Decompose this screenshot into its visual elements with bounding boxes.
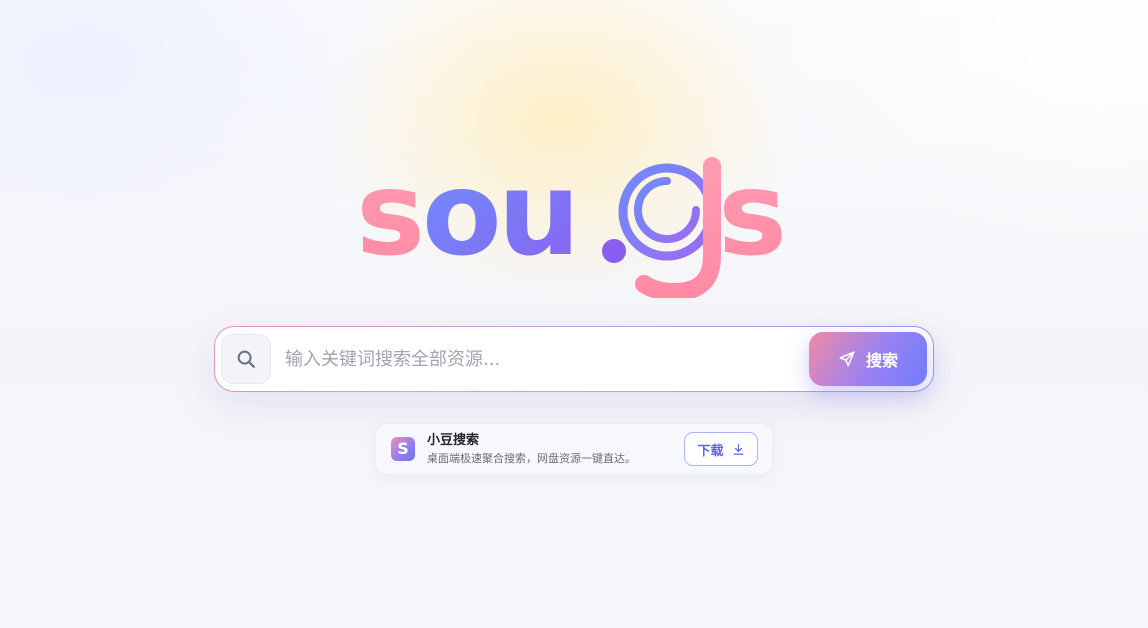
search-bar: 搜索 — [214, 326, 934, 392]
download-button[interactable]: 下载 — [684, 432, 758, 466]
logo-letter-s-end: s — [718, 148, 783, 282]
search-icon-box[interactable] — [221, 334, 271, 384]
app-logo-letter: S — [397, 439, 409, 458]
download-button-label: 下载 — [697, 443, 724, 459]
logo-letter-s: s — [356, 148, 421, 282]
app-promo-text: 小豆搜索 桌面端极速聚合搜索，网盘资源一键直达。 — [427, 433, 684, 466]
site-logo[interactable]: s ou s — [352, 148, 800, 298]
search-icon — [237, 350, 255, 368]
search-bar-inner: 搜索 — [215, 327, 933, 391]
app-promo-card: S 小豆搜索 桌面端极速聚合搜索，网盘资源一键直达。 下载 — [375, 423, 773, 475]
app-logo: S — [391, 437, 415, 461]
logo-g-inner-ring — [634, 177, 700, 243]
page-background — [0, 0, 1148, 628]
app-promo-title: 小豆搜索 — [427, 432, 480, 448]
search-button[interactable]: 搜索 — [809, 332, 927, 386]
search-button-label: 搜索 — [865, 351, 898, 370]
send-icon — [839, 351, 855, 367]
search-input[interactable] — [283, 336, 809, 382]
download-icon — [733, 443, 743, 455]
app-promo-description: 桌面端极速聚合搜索，网盘资源一键直达。 — [427, 451, 636, 465]
logo-dot — [602, 239, 626, 263]
logo-letters-ou: ou — [422, 148, 576, 282]
